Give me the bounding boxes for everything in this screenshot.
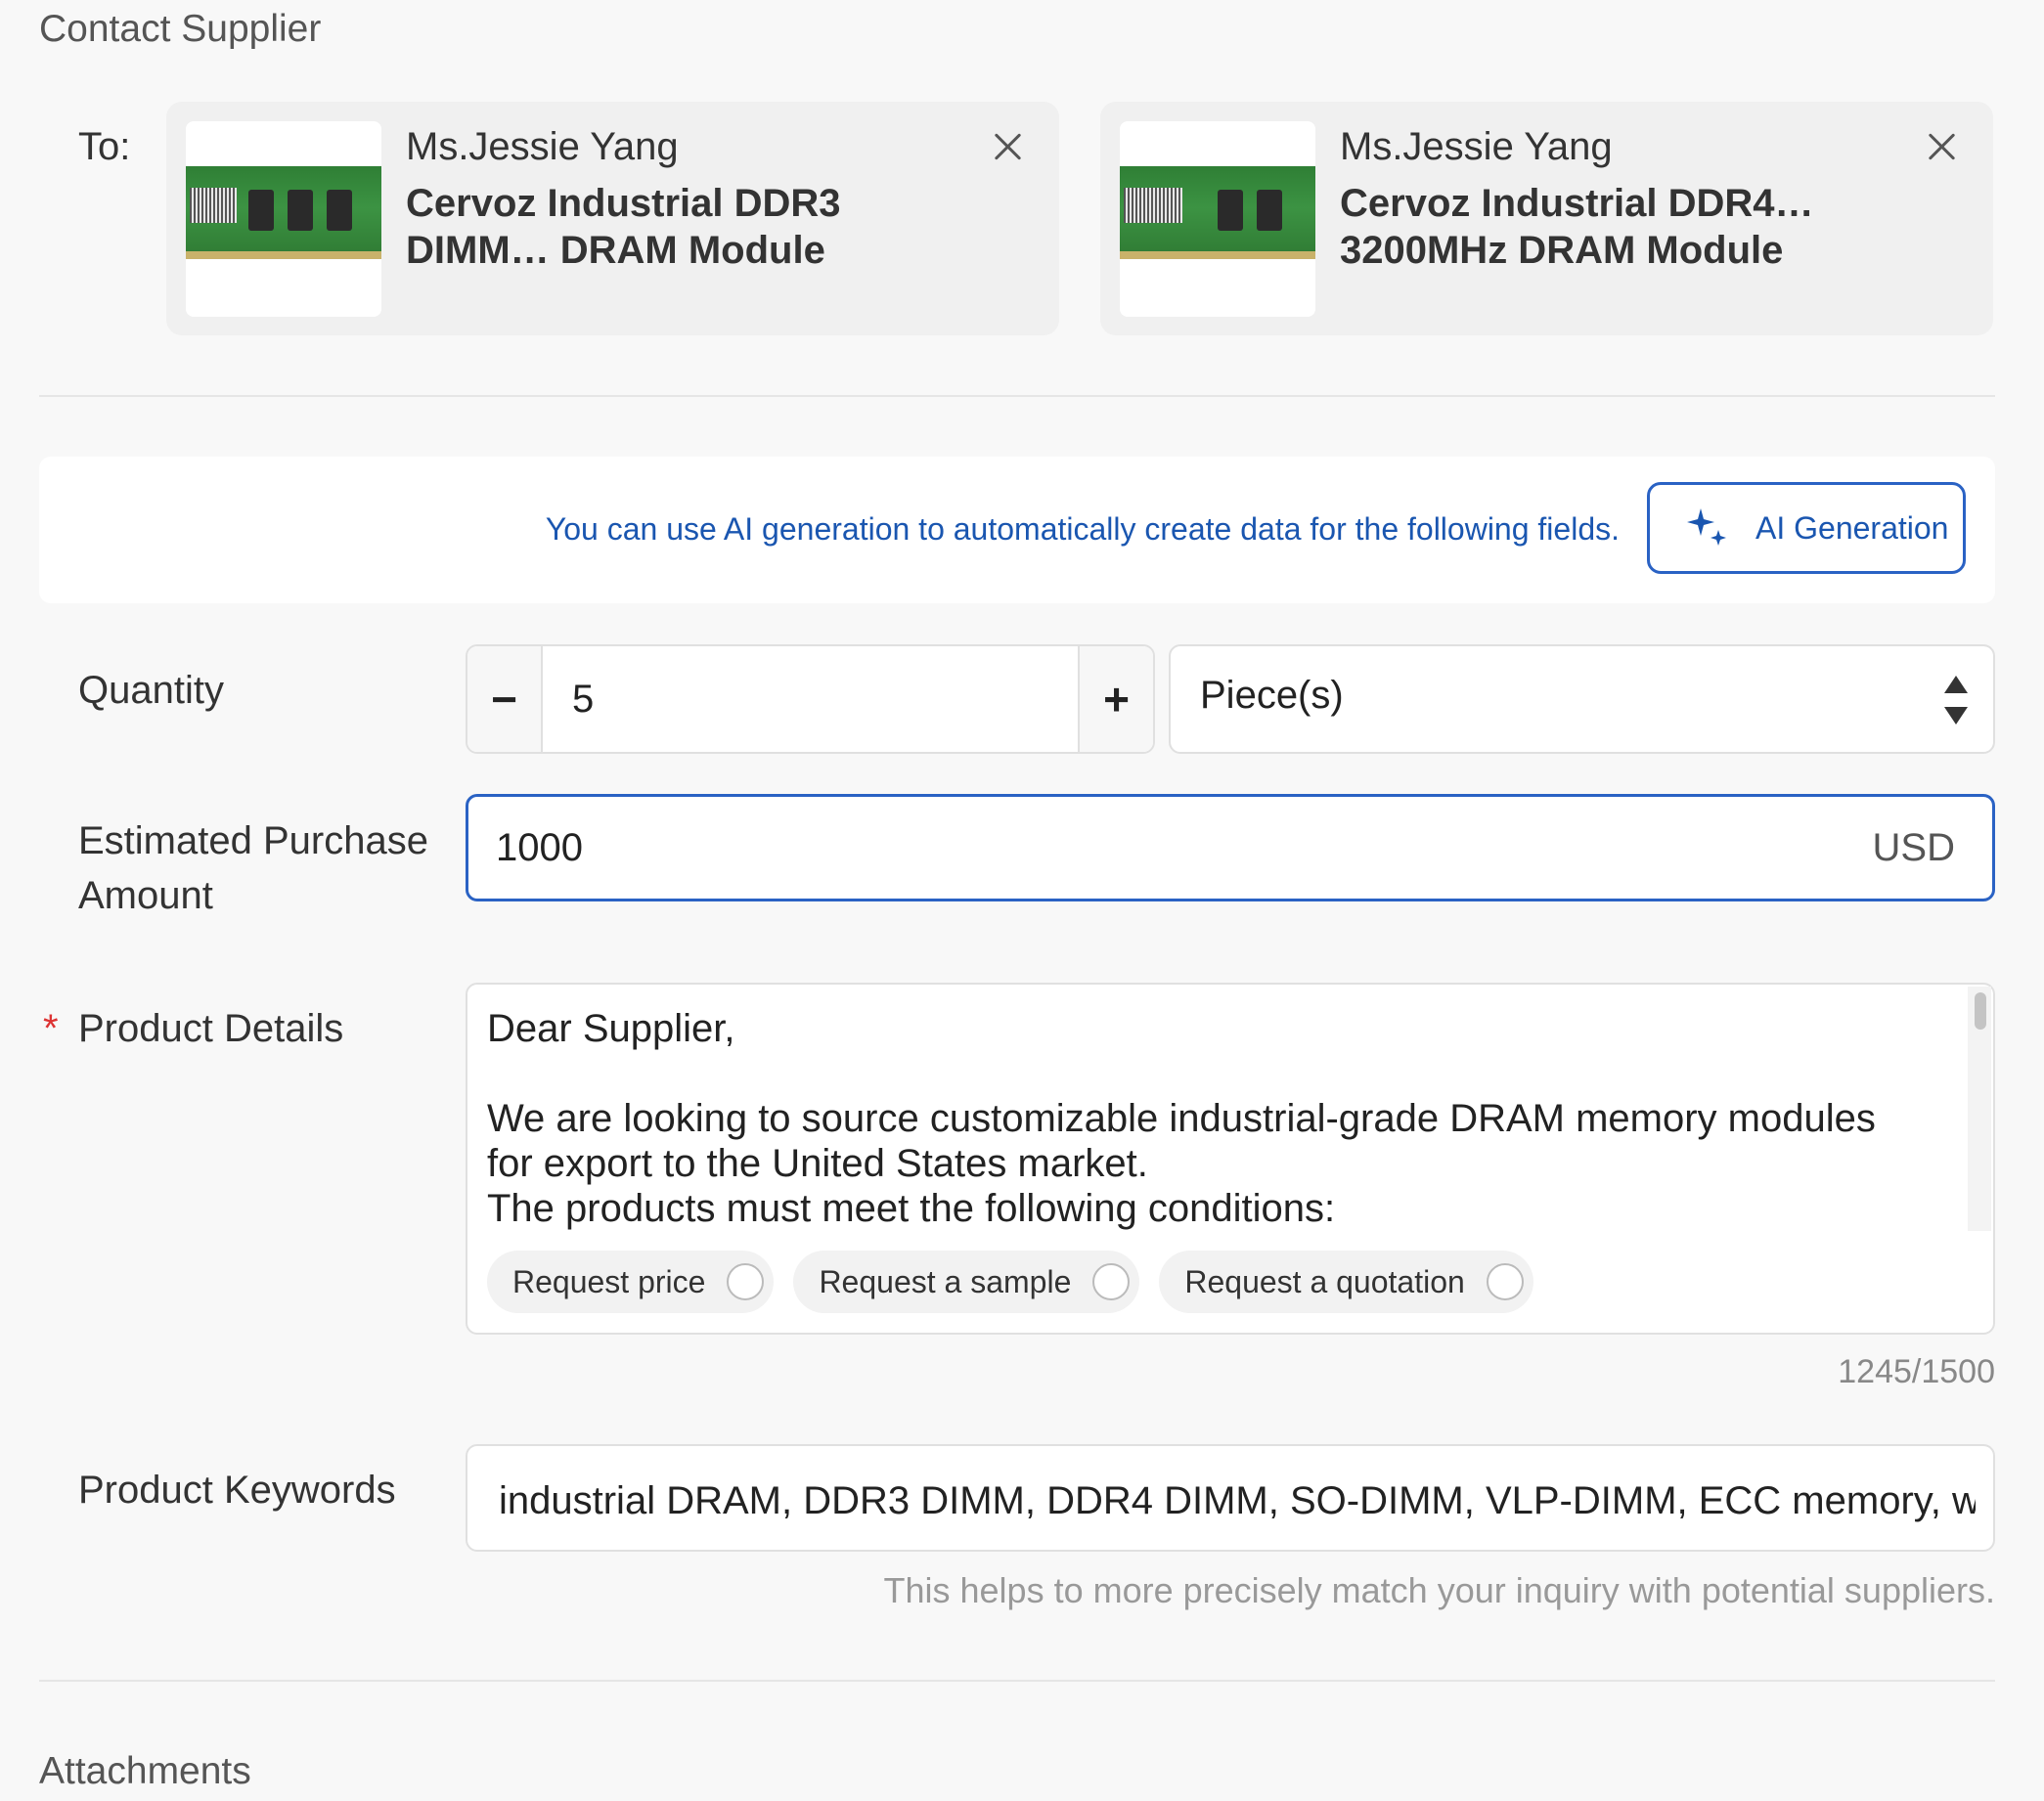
keywords-field bbox=[466, 1444, 1995, 1552]
keywords-help-text: This helps to more precisely match your … bbox=[883, 1570, 1996, 1610]
unit-select[interactable]: Piece(s) bbox=[1169, 644, 1995, 754]
supplier-name: Ms.Jessie Yang bbox=[1340, 125, 1613, 168]
radio-icon[interactable] bbox=[727, 1263, 765, 1300]
contact-supplier-form: Contact Supplier To: Ms.Jessie Yang Cerv… bbox=[0, 0, 2044, 1801]
ai-hint: You can use AI generation to automatical… bbox=[545, 511, 1620, 547]
attachments-title: Attachments bbox=[39, 1750, 251, 1792]
scrollbar[interactable] bbox=[1968, 987, 1991, 1231]
product-details-textarea[interactable]: Dear Supplier, We are looking to source … bbox=[487, 1006, 1925, 1233]
close-icon[interactable] bbox=[1923, 127, 1962, 166]
recipient-card: Ms.Jessie Yang Cervoz Industrial DDR3 DI… bbox=[166, 102, 1059, 335]
option-label: Request a sample bbox=[819, 1263, 1072, 1299]
product-keywords-label: Product Keywords bbox=[78, 1469, 396, 1512]
amount-field: USD bbox=[466, 794, 1995, 901]
radio-icon[interactable] bbox=[1486, 1263, 1524, 1300]
request-sample-option[interactable]: Request a sample bbox=[793, 1251, 1140, 1313]
to-label: To: bbox=[78, 125, 131, 168]
quantity-input[interactable] bbox=[543, 646, 1078, 752]
divider bbox=[39, 1680, 1995, 1682]
character-count: 1245/1500 bbox=[1838, 1353, 1995, 1390]
decrement-button[interactable]: − bbox=[467, 646, 543, 752]
ai-generation-banner: You can use AI generation to automatical… bbox=[39, 457, 1995, 603]
unit-selected-value: Piece(s) bbox=[1200, 674, 1344, 717]
currency-label: USD bbox=[1872, 826, 1955, 869]
request-options: Request price Request a sample Request a… bbox=[487, 1251, 1533, 1313]
request-quotation-option[interactable]: Request a quotation bbox=[1159, 1251, 1533, 1313]
quantity-label: Quantity bbox=[78, 669, 224, 712]
product-details-box: Dear Supplier, We are looking to source … bbox=[466, 983, 1995, 1335]
option-label: Request price bbox=[512, 1263, 706, 1299]
required-marker: * bbox=[43, 1007, 59, 1050]
keywords-input[interactable] bbox=[497, 1473, 1977, 1528]
dram-module-thumbnail bbox=[1120, 121, 1315, 317]
product-details-label: Product Details bbox=[78, 1007, 344, 1050]
option-label: Request a quotation bbox=[1184, 1263, 1465, 1299]
sparkle-icon bbox=[1687, 508, 1726, 546]
close-icon[interactable] bbox=[989, 127, 1028, 166]
quantity-stepper: − + bbox=[466, 644, 1155, 754]
divider bbox=[39, 395, 1995, 397]
radio-icon[interactable] bbox=[1092, 1263, 1131, 1300]
request-price-option[interactable]: Request price bbox=[487, 1251, 775, 1313]
amount-label: Estimated Purchase Amount bbox=[78, 819, 428, 917]
product-name: Cervoz Industrial DDR4… 3200MHz DRAM Mod… bbox=[1340, 182, 1814, 272]
ai-generation-button[interactable]: AI Generation bbox=[1647, 482, 1966, 574]
page-title: Contact Supplier bbox=[39, 8, 322, 50]
recipient-card: Ms.Jessie Yang Cervoz Industrial DDR4… 3… bbox=[1100, 102, 1993, 335]
dram-module-thumbnail bbox=[186, 121, 381, 317]
product-name: Cervoz Industrial DDR3 DIMM… DRAM Module bbox=[406, 182, 841, 272]
increment-button[interactable]: + bbox=[1078, 646, 1153, 752]
supplier-name: Ms.Jessie Yang bbox=[406, 125, 679, 168]
amount-input[interactable] bbox=[494, 822, 1671, 873]
select-arrows-icon bbox=[1944, 676, 1968, 725]
scrollbar-thumb[interactable] bbox=[1975, 992, 1986, 1030]
ai-generation-label: AI Generation bbox=[1755, 509, 1949, 546]
